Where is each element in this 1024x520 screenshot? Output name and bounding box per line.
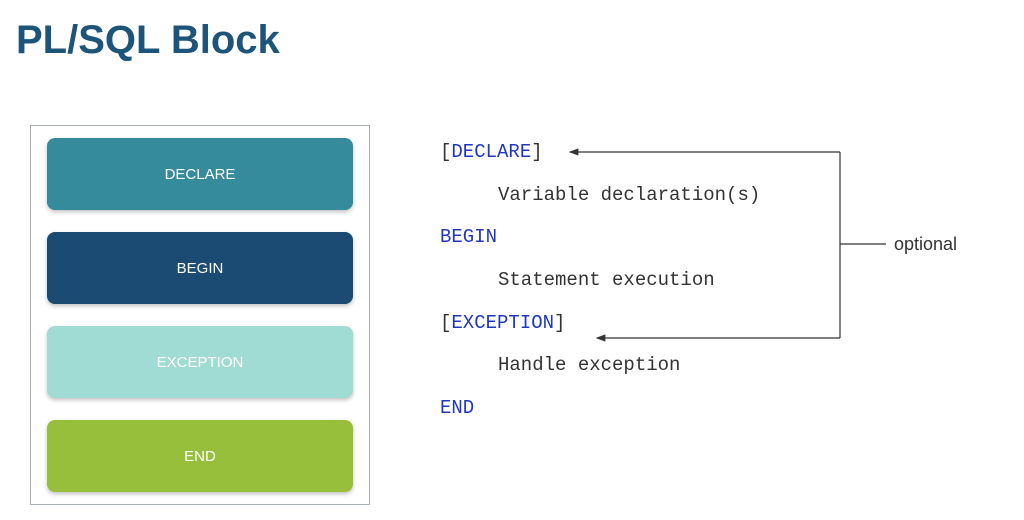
code-line-exception-desc: Handle exception	[440, 353, 760, 378]
optional-annotation: optional	[894, 234, 957, 255]
bar-end: END	[47, 420, 353, 492]
keyword-end: END	[440, 397, 474, 419]
code-line-begin: BEGIN	[440, 225, 760, 250]
code-structure: [DECLARE] Variable declaration(s) BEGIN …	[440, 140, 760, 439]
bar-exception: EXCEPTION	[47, 326, 353, 398]
code-line-declare-desc: Variable declaration(s)	[440, 183, 760, 208]
code-line-end: END	[440, 396, 760, 421]
code-line-exception: [EXCEPTION]	[440, 311, 760, 336]
bar-declare: DECLARE	[47, 138, 353, 210]
code-line-declare: [DECLARE]	[440, 140, 760, 165]
code-line-begin-desc: Statement execution	[440, 268, 760, 293]
keyword-begin: BEGIN	[440, 226, 497, 248]
plsql-block-box: DECLARE BEGIN EXCEPTION END	[30, 125, 370, 505]
keyword-exception: EXCEPTION	[451, 312, 554, 334]
page-title: PL/SQL Block	[16, 18, 280, 63]
keyword-declare: DECLARE	[451, 141, 531, 163]
slide: PL/SQL Block DECLARE BEGIN EXCEPTION END…	[0, 0, 1024, 520]
bar-begin: BEGIN	[47, 232, 353, 304]
